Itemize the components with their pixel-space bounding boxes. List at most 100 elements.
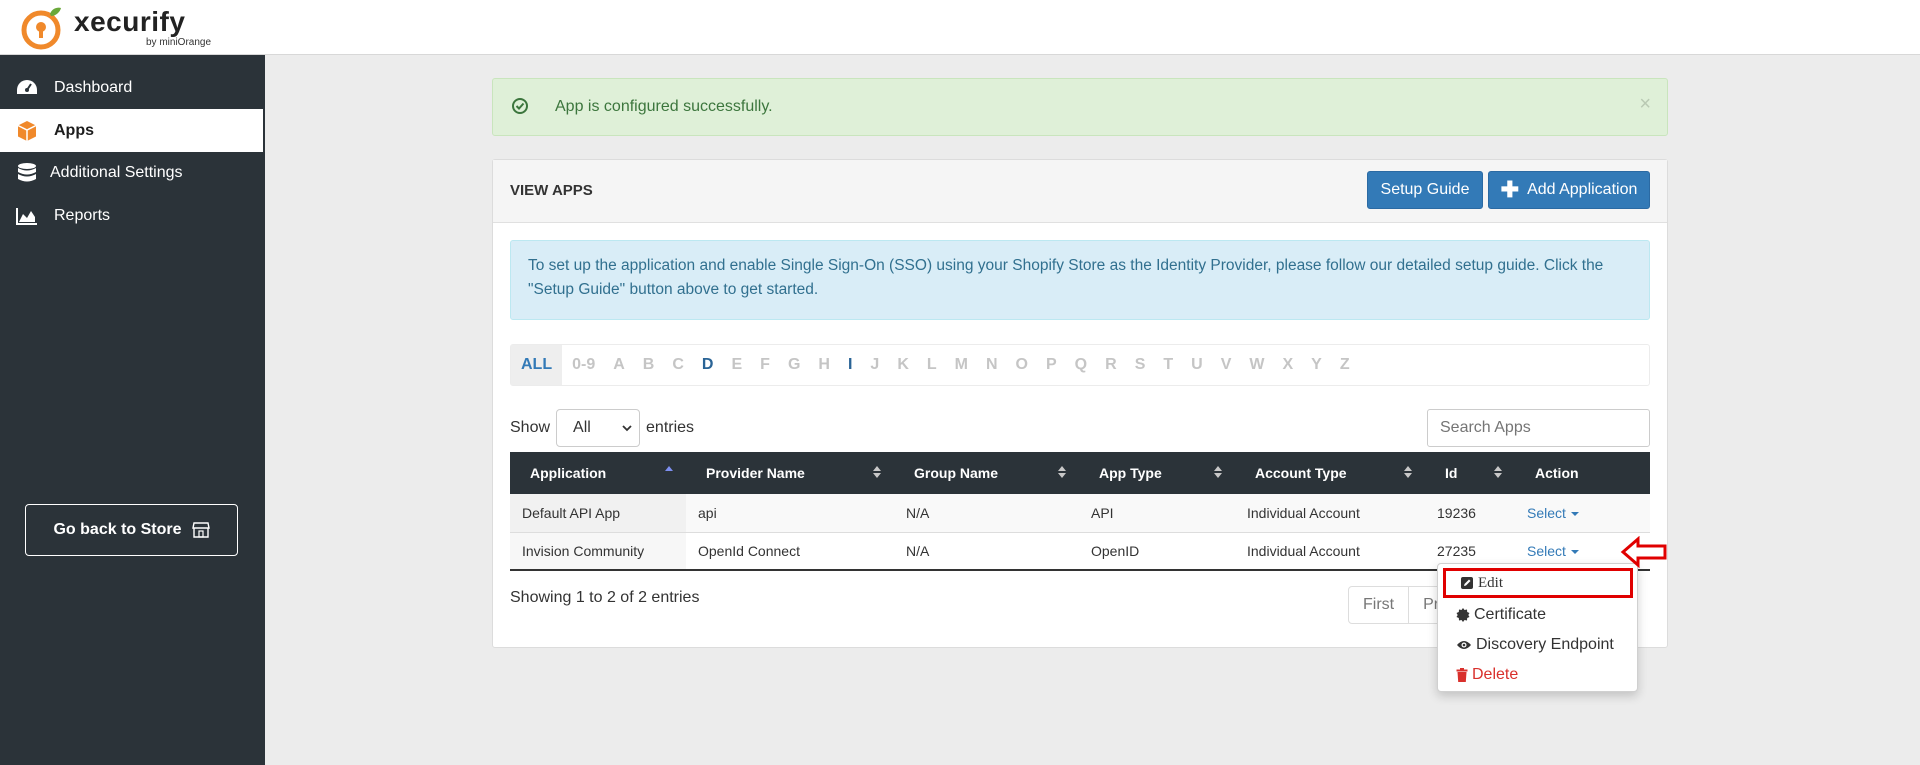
header-app-type[interactable]: App Type <box>1079 452 1235 494</box>
alpha-filter-x[interactable]: X <box>1282 356 1293 374</box>
header-label: App Type <box>1099 465 1162 481</box>
sort-asc-icon <box>665 466 673 471</box>
entries-select[interactable]: All <box>556 409 641 447</box>
menu-item-discovery-endpoint[interactable]: Discovery Endpoint <box>1456 630 1614 660</box>
box-icon <box>14 118 40 144</box>
menu-item-certificate[interactable]: Certificate <box>1456 600 1546 630</box>
alpha-filter-0-9[interactable]: 0-9 <box>572 356 595 374</box>
alpha-filter-m[interactable]: M <box>955 356 968 374</box>
caret-down-icon <box>1570 511 1579 516</box>
check-circle-icon <box>512 98 528 114</box>
table-row: Default API App api N/A API Individual A… <box>510 494 1650 532</box>
page-first-button[interactable]: First <box>1349 587 1410 623</box>
brand-name: xecurify <box>74 6 186 37</box>
alpha-filter-l[interactable]: L <box>927 356 937 374</box>
add-application-button[interactable]: ✚ Add Application <box>1488 171 1650 209</box>
table-header-row: Application Provider Name Group Name App… <box>510 452 1650 494</box>
cell-account-type: Individual Account <box>1247 504 1360 521</box>
caret-down-icon <box>1570 549 1579 554</box>
database-icon <box>14 160 40 186</box>
sidebar-item-label: Apps <box>54 121 94 139</box>
alpha-filter-j[interactable]: J <box>870 356 879 374</box>
entries-select-value: All <box>573 419 591 436</box>
alpha-filter-t[interactable]: T <box>1163 356 1173 374</box>
cell-application: Invision Community <box>510 532 686 570</box>
cell-account-type: Individual Account <box>1247 542 1360 559</box>
brand-logo[interactable]: xecurify by miniOrange <box>20 4 211 52</box>
header-account-type[interactable]: Account Type <box>1235 452 1425 494</box>
panel-header: VIEW APPS Setup Guide ✚ Add Application <box>493 160 1667 223</box>
cell-provider-name: OpenId Connect <box>698 542 800 559</box>
sidebar-item-additional-settings[interactable]: Additional Settings <box>0 151 263 194</box>
sidebar-item-label: Dashboard <box>54 78 133 96</box>
action-dropdown-menu: Edit Certificate Discovery Endpoint Dele… <box>1437 563 1638 692</box>
sort-icon <box>1404 466 1412 478</box>
xecurify-logo-icon <box>21 7 61 50</box>
header-id[interactable]: Id <box>1425 452 1515 494</box>
go-back-label: Go back to Store <box>53 521 182 538</box>
alpha-filter-d[interactable]: D <box>702 356 714 374</box>
header-label: Group Name <box>914 465 999 481</box>
entries-label: entries <box>646 419 695 436</box>
alpha-filter-r[interactable]: R <box>1105 356 1117 374</box>
eye-icon <box>1457 641 1471 649</box>
cell-app-type: OpenID <box>1091 542 1140 559</box>
action-select-dropdown[interactable]: Select <box>1527 543 1580 559</box>
header-label: Provider Name <box>706 465 805 481</box>
alpha-filter-a[interactable]: A <box>613 356 625 374</box>
sort-icon <box>873 466 881 478</box>
alpha-filter-h[interactable]: H <box>818 356 830 374</box>
cell-app-type: API <box>1091 504 1114 521</box>
top-header: xecurify by miniOrange <box>0 0 1920 55</box>
edit-icon <box>1461 577 1473 589</box>
alpha-filter-f[interactable]: F <box>760 356 770 374</box>
sidebar-item-label: Additional Settings <box>50 163 183 181</box>
alpha-filter-s[interactable]: S <box>1135 356 1146 374</box>
search-input[interactable] <box>1427 409 1650 447</box>
store-icon <box>191 522 210 538</box>
action-select-dropdown[interactable]: Select <box>1527 505 1580 521</box>
alpha-filter-b[interactable]: B <box>643 356 655 374</box>
alpha-filter-w[interactable]: W <box>1249 356 1264 374</box>
select-label: Select <box>1527 504 1566 521</box>
alpha-filter-y[interactable]: Y <box>1311 356 1322 374</box>
alpha-filter-v[interactable]: V <box>1221 356 1232 374</box>
alpha-filter-u[interactable]: U <box>1191 356 1203 374</box>
setup-guide-button[interactable]: Setup Guide <box>1367 171 1483 209</box>
alpha-filter-e[interactable]: E <box>731 356 742 374</box>
menu-item-edit[interactable]: Edit <box>1443 568 1633 598</box>
area-chart-icon <box>14 203 40 229</box>
alpha-filter-o[interactable]: O <box>1016 356 1028 374</box>
cell-group-name: N/A <box>906 542 930 559</box>
menu-item-delete[interactable]: Delete <box>1456 660 1518 690</box>
sidebar-item-apps[interactable]: Apps <box>0 109 263 152</box>
header-application[interactable]: Application <box>510 452 686 494</box>
apps-table: Application Provider Name Group Name App… <box>510 452 1650 571</box>
alpha-filter-k[interactable]: K <box>897 356 909 374</box>
alpha-filter-q[interactable]: Q <box>1075 356 1087 374</box>
alert-message: App is configured successfully. <box>555 98 773 115</box>
alpha-filter-i[interactable]: I <box>848 356 852 374</box>
alpha-filter-p[interactable]: P <box>1046 356 1057 374</box>
header-provider-name[interactable]: Provider Name <box>686 452 894 494</box>
sidebar-item-reports[interactable]: Reports <box>0 194 263 237</box>
sort-icon <box>1058 466 1066 478</box>
alpha-filter-n[interactable]: N <box>986 356 998 374</box>
annotation-arrow-icon <box>1620 536 1667 568</box>
trash-icon <box>1456 668 1468 682</box>
plus-icon: ✚ <box>1500 177 1520 202</box>
go-back-to-store-button[interactable]: Go back to Store <box>25 504 238 556</box>
menu-item-label: Certificate <box>1474 606 1547 623</box>
alpha-filter-z[interactable]: Z <box>1340 356 1350 374</box>
close-icon[interactable]: × <box>1639 93 1651 116</box>
cell-action: Select <box>1515 494 1650 532</box>
cell-application: Default API App <box>510 494 686 532</box>
header-label: Account Type <box>1255 465 1347 481</box>
alpha-filter-c[interactable]: C <box>672 356 684 374</box>
alpha-filter-all[interactable]: ALL <box>511 345 563 385</box>
header-group-name[interactable]: Group Name <box>894 452 1079 494</box>
setup-info-box: To set up the application and enable Sin… <box>510 240 1650 320</box>
alpha-filter-g[interactable]: G <box>788 356 800 374</box>
sidebar-item-dashboard[interactable]: Dashboard <box>0 66 263 109</box>
cell-provider-name: api <box>698 504 717 521</box>
